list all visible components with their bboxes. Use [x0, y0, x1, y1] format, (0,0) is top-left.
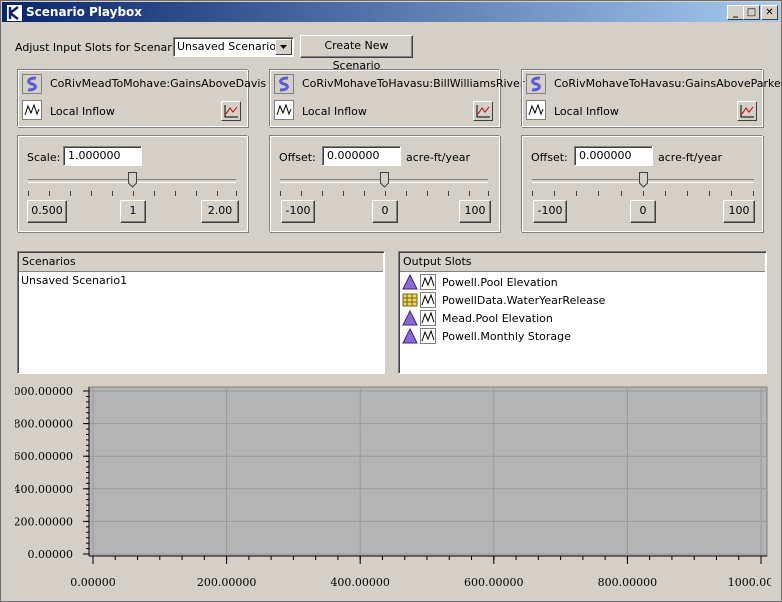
output-slot-item[interactable]: Powell.Pool Elevation	[402, 274, 732, 291]
control-label: Offset:	[279, 151, 316, 164]
scenario-select-value: Unsaved Scenario1	[177, 40, 284, 53]
close-button[interactable]: ✕	[761, 5, 778, 20]
slider-thumb[interactable]	[380, 172, 389, 188]
series-slot-icon	[274, 100, 294, 120]
reservoir-icon	[402, 310, 418, 326]
slider-mid-button[interactable]: 1	[120, 200, 146, 223]
plot-slot-icon[interactable]	[737, 101, 757, 121]
x-tick-label: 1000.00000	[728, 576, 771, 589]
maximize-button[interactable]: □	[743, 5, 760, 20]
series-slot-icon	[420, 274, 436, 290]
value-input-text: 0.000000	[327, 149, 380, 162]
y-tick-label: 400.00000	[15, 483, 73, 496]
output-slot-label: PowellData.WaterYearRelease	[442, 294, 606, 307]
slot-type-label: Local Inflow	[302, 105, 367, 118]
reservoir-icon	[402, 274, 418, 290]
app-logo-icon	[6, 4, 23, 22]
output-slot-item[interactable]: PowellData.WaterYearRelease	[402, 292, 732, 309]
slider-min-button[interactable]: -100	[533, 200, 567, 223]
minimize-button[interactable]: _	[727, 5, 744, 20]
slot-type-label: Local Inflow	[50, 105, 115, 118]
input-slot-control-1: Scale: 1.000000 0.500 1 2.00	[17, 135, 248, 232]
output-chart[interactable]: 0.00000 200.00000 400.00000 600.00000 800.00…	[15, 379, 771, 597]
unit-label: acre-ft/year	[658, 151, 723, 164]
series-slot-icon	[420, 310, 436, 326]
input-slot-header-1: CoRivMeadToMohave:GainsAboveDavis Local …	[17, 69, 266, 127]
scenario-label: Adjust Input Slots for Scenario:	[15, 41, 186, 54]
output-slot-label: Mead.Pool Elevation	[442, 312, 553, 325]
x-tick-label: 200.00000	[197, 576, 257, 589]
x-tick-label: 400.00000	[330, 576, 390, 589]
reach-icon	[22, 74, 42, 94]
slider-min-button[interactable]: -100	[281, 200, 315, 223]
y-tick-label: 200.00000	[15, 515, 73, 528]
output-slot-label: Powell.Pool Elevation	[442, 276, 558, 289]
plot-slot-icon[interactable]	[473, 101, 493, 121]
input-slot-header-2: CoRivMohaveToHavasu:BillWilliamsRiver Lo…	[269, 69, 524, 127]
slot-object-name: CoRivMeadToMohave:GainsAboveDavis	[50, 77, 267, 90]
x-tick-label: 600.00000	[464, 576, 524, 589]
control-label: Scale:	[27, 151, 61, 164]
output-slots-header[interactable]: Output Slots	[400, 253, 765, 272]
plot-slot-icon[interactable]	[221, 101, 241, 121]
control-label: Offset:	[531, 151, 568, 164]
slider-mid-button[interactable]: 0	[630, 200, 656, 223]
y-tick-label: 1000.00000	[15, 385, 73, 398]
scenarios-list[interactable]: Scenarios Unsaved Scenario1	[17, 251, 385, 374]
scenario-select[interactable]: Unsaved Scenario1	[173, 37, 294, 57]
y-tick-label: 0.00000	[28, 548, 74, 561]
slider-max-button[interactable]: 100	[723, 200, 755, 223]
scenario-item[interactable]: Unsaved Scenario1	[21, 274, 127, 287]
slot-object-name: CoRivMohaveToHavasu:BillWilliamsRiver	[302, 77, 525, 90]
y-tick-label: 800.00000	[15, 418, 73, 431]
slider-max-button[interactable]: 100	[459, 200, 491, 223]
series-slot-icon	[22, 100, 42, 120]
slider-thumb[interactable]	[639, 172, 648, 188]
output-slots-list[interactable]: Output Slots Powell.Pool Elevation Powel…	[398, 251, 767, 374]
window-title: Scenario Playbox	[26, 5, 143, 19]
y-tick-label: 600.00000	[15, 450, 73, 463]
output-slot-item[interactable]: Powell.Monthly Storage	[402, 328, 732, 345]
input-slot-header-3: CoRivMohaveToHavasu:GainsAboveParker Loc…	[521, 69, 782, 127]
slot-object-name: CoRivMohaveToHavasu:GainsAboveParker	[554, 77, 782, 90]
series-slot-icon	[420, 328, 436, 344]
output-slot-item[interactable]: Mead.Pool Elevation	[402, 310, 732, 327]
create-new-scenario-button[interactable]: Create New Scenario	[300, 35, 413, 72]
slider-mid-button[interactable]: 0	[372, 200, 398, 223]
chevron-down-icon[interactable]	[275, 39, 292, 55]
value-input-text: 1.000000	[68, 149, 121, 162]
value-input[interactable]: 0.000000	[574, 146, 653, 166]
data-object-icon	[402, 293, 418, 307]
input-slot-control-3: Offset: 0.000000 acre-ft/year -100 0 100	[521, 135, 763, 232]
unit-label: acre-ft/year	[406, 151, 471, 164]
slider-max-button[interactable]: 2.00	[201, 200, 239, 223]
x-tick-label: 800.00000	[598, 576, 658, 589]
x-tick-label: 0.00000	[70, 576, 116, 589]
input-slot-control-2: Offset: 0.000000 acre-ft/year -100 0 100	[269, 135, 500, 232]
scenarios-header[interactable]: Scenarios	[19, 253, 383, 272]
plot-area	[88, 386, 768, 557]
slider-thumb[interactable]	[128, 172, 137, 188]
series-slot-icon	[420, 292, 436, 308]
slider-min-button[interactable]: 0.500	[27, 200, 67, 223]
output-slot-label: Powell.Monthly Storage	[442, 330, 571, 343]
reach-icon	[526, 74, 546, 94]
series-slot-icon	[526, 100, 546, 120]
reach-icon	[274, 74, 294, 94]
reservoir-icon	[402, 328, 418, 344]
scenario-playbox-window: Scenario Playbox _ □ ✕ Adjust Input Slot…	[0, 0, 782, 602]
title-bar[interactable]: Scenario Playbox _ □ ✕	[2, 2, 780, 22]
value-input-text: 0.000000	[579, 149, 632, 162]
value-input[interactable]: 1.000000	[63, 146, 142, 166]
slot-type-label: Local Inflow	[554, 105, 619, 118]
value-input[interactable]: 0.000000	[322, 146, 401, 166]
